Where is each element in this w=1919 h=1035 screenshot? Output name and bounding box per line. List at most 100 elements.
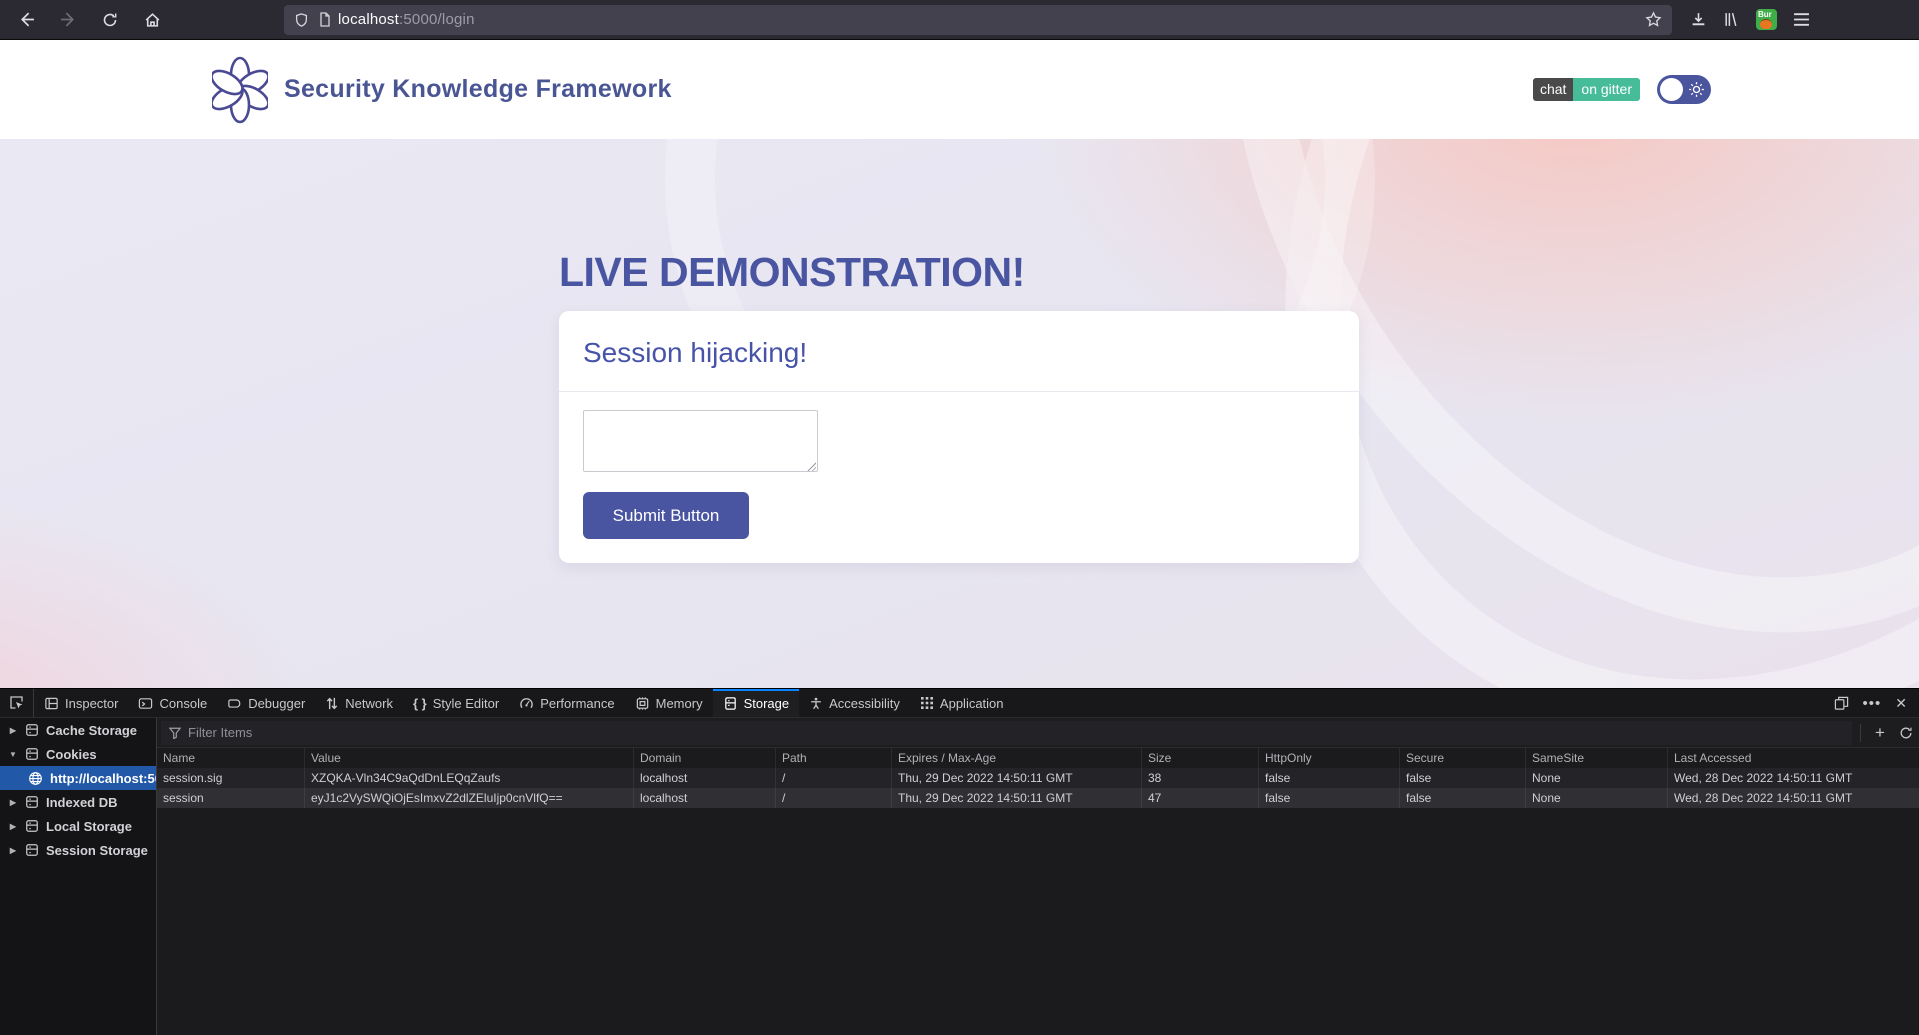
dark-mode-toggle[interactable] (1657, 75, 1711, 104)
url-bar[interactable]: localhost:5000/login (284, 5, 1672, 35)
tab-network[interactable]: Network (315, 689, 403, 717)
gitter-chat-badge[interactable]: chat on gitter (1533, 78, 1640, 101)
devtools-tabbar: Inspector Console Debugger Network { } S… (0, 689, 1919, 718)
brand-link[interactable]: Security Knowledge Framework (212, 56, 672, 124)
submit-button[interactable]: Submit Button (583, 492, 749, 539)
cell-samesite: None (1526, 788, 1668, 808)
devtools-close-icon[interactable]: ✕ (1895, 695, 1907, 712)
column-header[interactable]: Size (1142, 748, 1259, 768)
split-console-icon[interactable] (1834, 696, 1849, 711)
cookie-row-session-sig[interactable]: session.sig XZQKA-Vln34C9aQdDnLEQqZaufs … (157, 768, 1919, 788)
sidebar-item-localhost-cookies[interactable]: http://localhost:5000 (0, 766, 156, 790)
tab-performance[interactable]: Performance (509, 689, 624, 717)
payload-textarea[interactable] (583, 410, 818, 472)
cell-name: session.sig (157, 768, 305, 788)
column-header[interactable]: Name (157, 748, 305, 768)
cell-secure: false (1400, 768, 1526, 788)
tab-label: Storage (744, 696, 790, 711)
expand-arrow-icon[interactable]: ▶ (8, 846, 18, 855)
url-host: localhost (338, 11, 399, 28)
cookies-table-header: Name Value Domain Path Expires / Max-Age… (157, 748, 1919, 768)
cell-domain: localhost (634, 788, 776, 808)
tab-style-editor[interactable]: { } Style Editor (403, 689, 509, 717)
devtools-panel: Inspector Console Debugger Network { } S… (0, 688, 1919, 1035)
devtools-more-menu-icon[interactable]: ••• (1863, 695, 1882, 712)
tab-label: Debugger (248, 696, 305, 711)
column-header[interactable]: Value (305, 748, 634, 768)
toolbar-separator (1860, 724, 1861, 742)
menu-hamburger-icon[interactable] (1793, 12, 1810, 27)
cell-path: / (776, 768, 892, 788)
column-header[interactable]: Last Accessed (1668, 748, 1919, 768)
chat-badge-left: chat (1533, 78, 1573, 101)
expand-arrow-icon[interactable]: ▶ (8, 798, 18, 807)
sidebar-item-label: http://localhost:5000 (50, 771, 156, 786)
sidebar-item-label: Cookies (46, 747, 97, 762)
tab-storage[interactable]: Storage (713, 689, 800, 717)
cell-secure: false (1400, 788, 1526, 808)
cell-name: session (157, 788, 305, 808)
storage-toolbar: + (157, 718, 1919, 748)
refresh-icon (1899, 726, 1913, 740)
sidebar-item-label: Session Storage (46, 843, 148, 858)
url-path: :5000/login (399, 11, 475, 28)
accessibility-icon (809, 696, 823, 711)
library-icon[interactable] (1723, 11, 1740, 28)
table-empty-area (157, 808, 1919, 1035)
filter-items-box[interactable] (161, 721, 1852, 745)
burp-extension-icon[interactable]: Bur (1756, 9, 1777, 30)
collapse-arrow-icon[interactable]: ▼ (8, 750, 18, 759)
downloads-icon[interactable] (1690, 11, 1707, 28)
url-text: localhost:5000/login (338, 11, 475, 28)
tab-console[interactable]: Console (128, 689, 217, 717)
burp-ball (1760, 19, 1772, 29)
expand-arrow-icon[interactable]: ▶ (8, 726, 18, 735)
node-picker-button[interactable] (0, 689, 34, 717)
chat-badge-right: on gitter (1573, 78, 1640, 101)
sidebar-item-label: Cache Storage (46, 723, 137, 738)
forward-button[interactable] (54, 6, 82, 34)
filter-items-input[interactable] (188, 725, 1844, 740)
sidebar-item-local-storage[interactable]: ▶ Local Storage (0, 814, 156, 838)
column-header[interactable]: HttpOnly (1259, 748, 1400, 768)
console-icon (138, 696, 153, 711)
style-editor-icon: { } (413, 696, 427, 711)
tab-label: Style Editor (433, 696, 499, 711)
refresh-items-button[interactable] (1893, 720, 1919, 746)
column-header[interactable]: Secure (1400, 748, 1526, 768)
column-header[interactable]: Domain (634, 748, 776, 768)
sidebar-item-cache-storage[interactable]: ▶ Cache Storage (0, 718, 156, 742)
home-button[interactable] (138, 6, 166, 34)
tab-label: Inspector (65, 696, 118, 711)
expand-arrow-icon[interactable]: ▶ (8, 822, 18, 831)
column-header[interactable]: Path (776, 748, 892, 768)
sidebar-item-cookies[interactable]: ▼ Cookies (0, 742, 156, 766)
debugger-icon (227, 696, 242, 711)
back-button[interactable] (12, 6, 40, 34)
storage-type-icon (25, 819, 39, 833)
tab-application[interactable]: Application (910, 689, 1014, 717)
cookie-row-session[interactable]: session eyJ1c2VySWQiOjEsImxvZ2dlZEluIjp0… (157, 788, 1919, 808)
cell-expires: Thu, 29 Dec 2022 14:50:11 GMT (892, 788, 1142, 808)
brand-title: Security Knowledge Framework (284, 75, 672, 104)
add-item-button[interactable]: + (1867, 720, 1893, 746)
sidebar-item-session-storage[interactable]: ▶ Session Storage (0, 838, 156, 862)
tab-inspector[interactable]: Inspector (34, 689, 128, 717)
page-info-icon[interactable] (318, 12, 332, 27)
bookmark-star-icon[interactable] (1645, 11, 1662, 28)
storage-type-icon (25, 747, 39, 761)
tab-debugger[interactable]: Debugger (217, 689, 315, 717)
filter-funnel-icon (169, 727, 181, 739)
sidebar-item-indexed-db[interactable]: ▶ Indexed DB (0, 790, 156, 814)
shield-icon[interactable] (294, 12, 309, 28)
tab-accessibility[interactable]: Accessibility (799, 689, 910, 717)
column-header[interactable]: Expires / Max-Age (892, 748, 1142, 768)
home-icon (144, 11, 161, 28)
column-header[interactable]: SameSite (1526, 748, 1668, 768)
node-picker-icon (9, 695, 25, 711)
tab-memory[interactable]: Memory (625, 689, 713, 717)
toggle-knob (1660, 78, 1683, 101)
cell-httponly: false (1259, 768, 1400, 788)
cell-expires: Thu, 29 Dec 2022 14:50:11 GMT (892, 768, 1142, 788)
reload-button[interactable] (96, 6, 124, 34)
